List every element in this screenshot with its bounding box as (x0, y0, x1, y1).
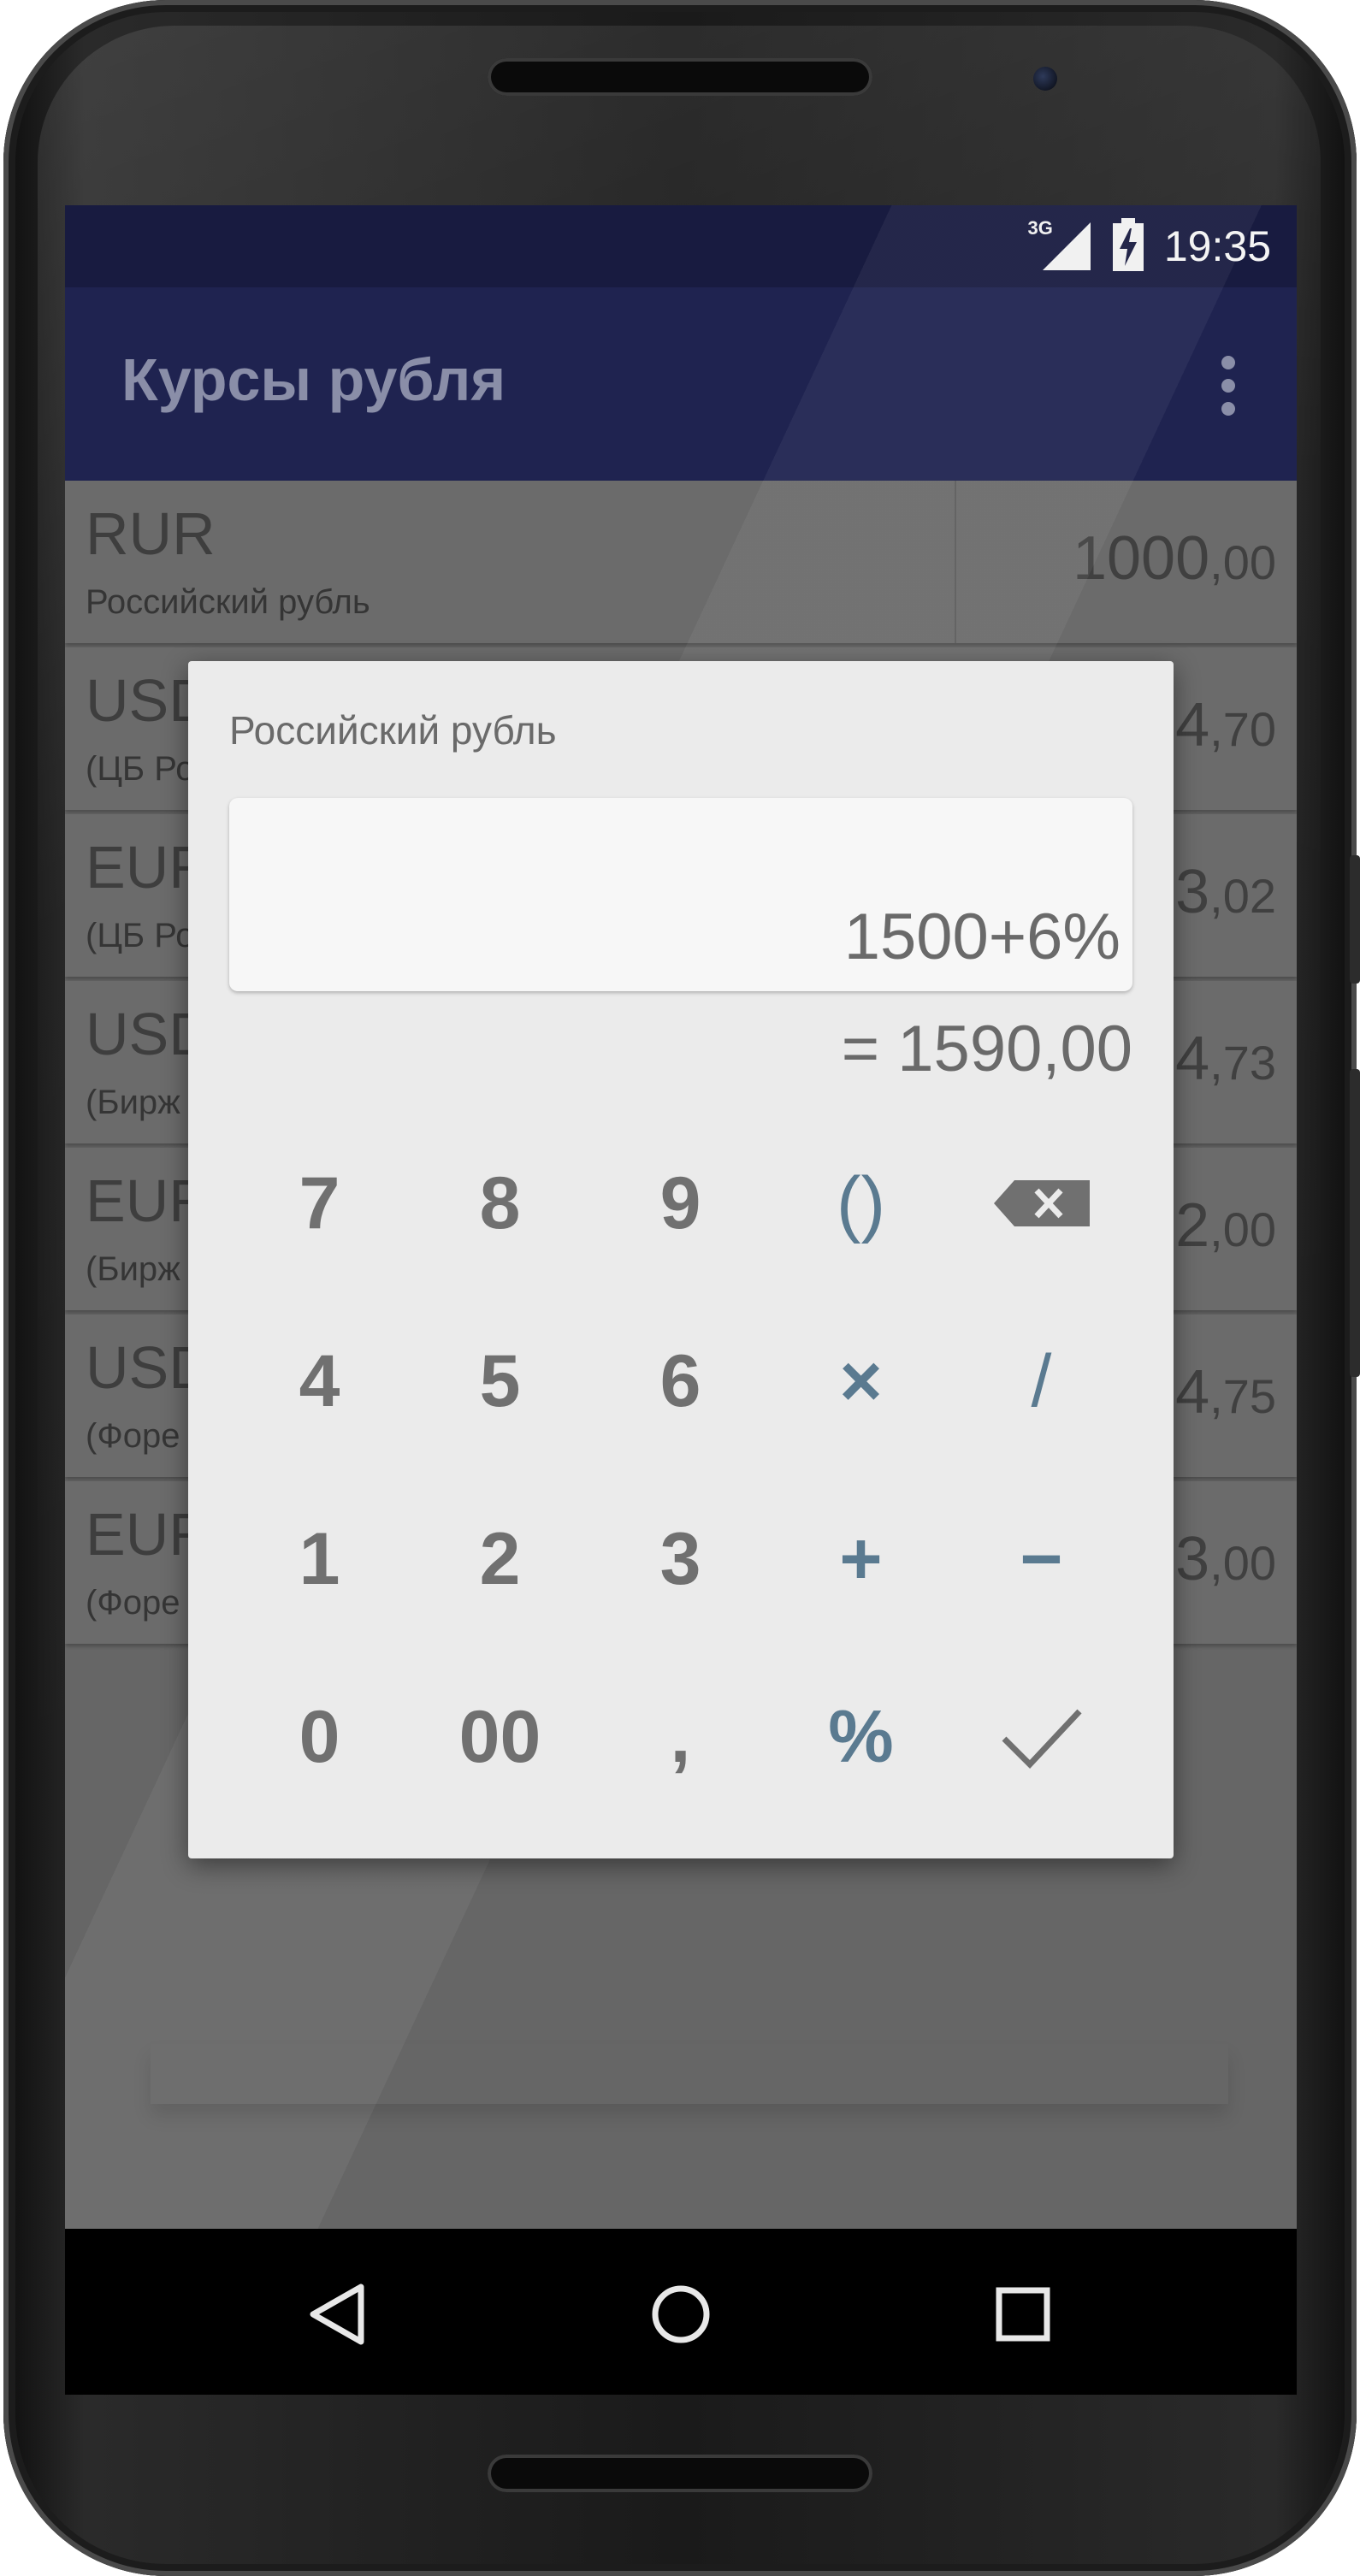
currency-value[interactable]: 3,02 (1175, 857, 1276, 927)
currency-value[interactable]: 1000,00 (1073, 523, 1276, 594)
home-icon[interactable] (638, 2272, 724, 2357)
currency-name: (ЦБ Ро (86, 917, 195, 954)
signal-icon: 3G (1028, 217, 1092, 272)
key-3[interactable]: 3 (590, 1470, 771, 1648)
key-8[interactable]: 8 (410, 1114, 590, 1292)
currency-code: RUR (86, 500, 216, 567)
list-footer-shadow (151, 2044, 1228, 2104)
key-multiply[interactable]: × (771, 1292, 951, 1470)
front-camera (1033, 67, 1057, 91)
backspace-icon[interactable] (951, 1114, 1132, 1292)
status-bar: 3G 19:35 (65, 205, 1297, 287)
app-bar: Курсы рубля (65, 287, 1297, 481)
check-icon[interactable] (951, 1648, 1132, 1826)
key-9[interactable]: 9 (590, 1114, 771, 1292)
status-time: 19:35 (1163, 222, 1271, 270)
currency-name: (Бирж (86, 1250, 180, 1288)
currency-value[interactable]: 2,00 (1175, 1191, 1276, 1261)
key-6[interactable]: 6 (590, 1292, 771, 1470)
expression-field[interactable]: 1500+6% (229, 798, 1132, 991)
key-2[interactable]: 2 (410, 1470, 590, 1648)
app-title: Курсы рубля (121, 346, 506, 413)
battery-charging-icon (1111, 217, 1145, 275)
key-comma[interactable]: , (590, 1648, 771, 1826)
navigation-bar (65, 2229, 1297, 2395)
currency-name: (Форе (86, 1417, 180, 1455)
bottom-speaker (488, 2455, 872, 2492)
currency-name: Российский рубль (86, 583, 370, 621)
keypad: 7 8 9 () 4 5 6 × / 1 2 3 + − 0 00 , % (229, 1114, 1132, 1826)
result-text: = 1590,00 (841, 1013, 1132, 1085)
dialog-title: Российский рубль (229, 708, 557, 753)
currency-value[interactable]: 4,73 (1175, 1024, 1276, 1094)
key-divide[interactable]: / (951, 1292, 1132, 1470)
recents-icon[interactable] (980, 2272, 1066, 2357)
back-icon[interactable] (296, 2272, 381, 2357)
power-button (1350, 855, 1360, 984)
key-percent[interactable]: % (771, 1648, 951, 1826)
key-plus[interactable]: + (771, 1470, 951, 1648)
more-vert-icon[interactable] (1220, 356, 1237, 416)
key-0[interactable]: 0 (229, 1648, 410, 1826)
key-5[interactable]: 5 (410, 1292, 590, 1470)
currency-value[interactable]: 4,70 (1175, 690, 1276, 760)
volume-button (1350, 1069, 1360, 1377)
row-divider (955, 481, 956, 643)
key-00[interactable]: 00 (410, 1648, 590, 1826)
currency-row[interactable]: RUR Российский рубль 1000,00 (65, 481, 1297, 643)
currency-name: (Форе (86, 1584, 180, 1622)
currency-name: (Бирж (86, 1084, 180, 1121)
key-minus[interactable]: − (951, 1470, 1132, 1648)
expression-text: 1500+6% (843, 901, 1121, 973)
currency-value[interactable]: 3,00 (1175, 1524, 1276, 1594)
key-7[interactable]: 7 (229, 1114, 410, 1292)
currency-value[interactable]: 4,75 (1175, 1357, 1276, 1427)
top-speaker (488, 58, 872, 96)
key-1[interactable]: 1 (229, 1470, 410, 1648)
key-4[interactable]: 4 (229, 1292, 410, 1470)
calculator-dialog: Российский рубль 1500+6% = 1590,00 7 8 9… (188, 661, 1174, 1858)
key-parentheses[interactable]: () (771, 1114, 951, 1292)
currency-name: (ЦБ Ро (86, 750, 195, 788)
